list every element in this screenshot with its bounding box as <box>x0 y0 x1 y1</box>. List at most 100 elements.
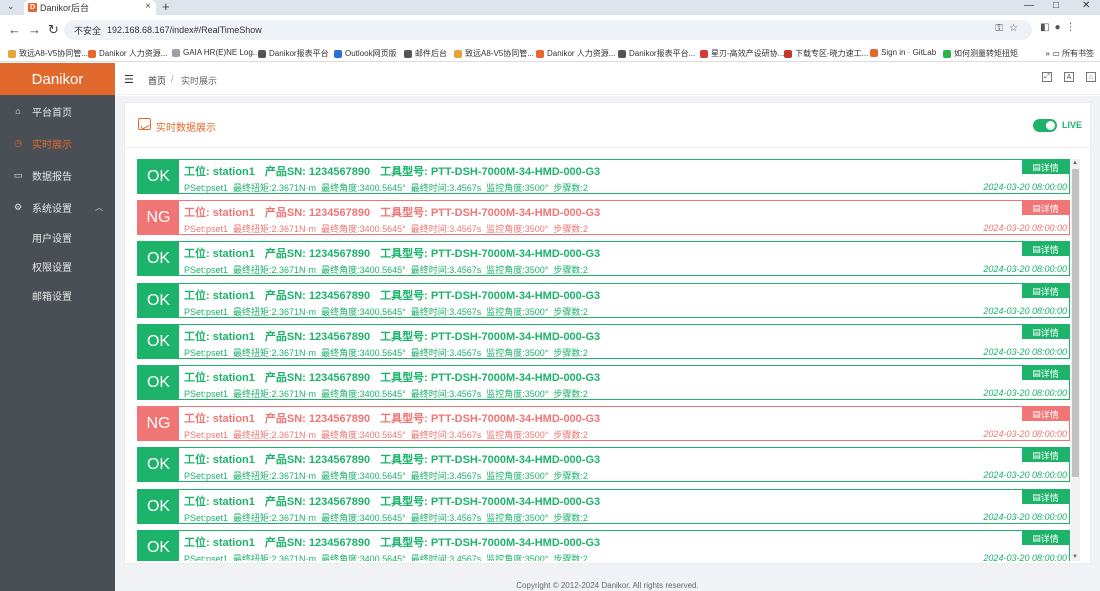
chevron-up-icon: ︿ <box>95 202 103 212</box>
record-row: OK 工位: station1 产品SN: 1234567890 工具型号: PTT-… <box>137 283 1070 318</box>
record-title: 工位: station1 产品SN: 1234567890 工具型号: PTT-DS… <box>184 410 600 426</box>
bookmark-item[interactable]: Danikor报表平台... <box>618 48 695 59</box>
detail-label: 详情 <box>1040 492 1059 503</box>
footer-copyright: Copyright © 2012-2024 Danikor. All right… <box>516 581 699 590</box>
language-icon[interactable]: A <box>1064 72 1074 82</box>
record-timestamp: 2024-03-20 08:00:00 <box>983 223 1067 233</box>
record-title: 工位: station1 产品SN: 1234567890 工具型号: PTT-DS… <box>184 245 600 261</box>
reload-icon[interactable]: ↻ <box>48 22 59 38</box>
detail-button[interactable]: ▤ 详情 <box>1022 284 1069 298</box>
detail-label: 详情 <box>1040 203 1059 214</box>
document-icon: ▤ <box>1032 491 1041 502</box>
monitor-icon: ▭ <box>13 169 23 180</box>
bookmark-item[interactable]: 邮件后台 <box>404 48 447 59</box>
station-label: 工位: station1 <box>184 207 255 219</box>
station-label: 工位: station1 <box>184 372 255 384</box>
bookmark-item[interactable]: 下载专区-晓力速工... <box>784 48 868 59</box>
tool-label: 工具型号: PTT-DSH-7000M-34-HMD-000-G3 <box>380 290 601 302</box>
sidebar-item-realtime[interactable]: ◷ 实时展示 <box>0 127 115 159</box>
steps-value: 步骤数:2 <box>553 224 588 234</box>
browser-tab[interactable]: D Danikor后台 × <box>24 0 156 15</box>
bookmark-item[interactable]: GAIA HR(E)NE Log... <box>172 48 259 57</box>
detail-button[interactable]: ▤ 详情 <box>1022 407 1069 421</box>
minimize-icon[interactable]: — <box>1024 0 1034 11</box>
tool-label: 工具型号: PTT-DSH-7000M-34-HMD-000-G3 <box>380 166 601 178</box>
fullscreen-icon[interactable]: ⤢ <box>1042 72 1052 82</box>
scrollbar-thumb[interactable] <box>1072 169 1079 477</box>
pset-value: PSet:pset1 <box>184 224 229 234</box>
bookmark-item[interactable]: 致远A8-V5协同管... <box>454 48 534 59</box>
pset-value: PSet:pset1 <box>184 265 229 275</box>
record-title: 工位: station1 产品SN: 1234567890 工具型号: PTT-DS… <box>184 369 600 385</box>
bookmark-icon <box>536 49 544 58</box>
record-timestamp: 2024-03-20 08:00:00 <box>983 306 1067 316</box>
sidebar-item-label: 系统设置 <box>32 203 72 215</box>
monitor-angle-value: 监控角度:3500° <box>486 513 549 523</box>
sidebar-item-home[interactable]: ⌂ 平台首页 <box>0 95 115 127</box>
all-bookmarks-button[interactable]: » ▭ 所有书签 <box>1046 48 1094 59</box>
extensions-icon[interactable]: ◧●⋮ <box>1040 22 1081 33</box>
record-title: 工位: station1 产品SN: 1234567890 工具型号: PTT-DS… <box>184 163 600 179</box>
detail-button[interactable]: ▤ 详情 <box>1022 490 1069 504</box>
bookmark-item[interactable]: Sign in · GitLab <box>870 48 936 57</box>
sidebar-item-settings[interactable]: ⚙ 系统设置 ︿ <box>0 191 115 223</box>
bookmark-item[interactable]: Danikor 人力资源... <box>536 48 615 59</box>
record-row: OK 工位: station1 产品SN: 1234567890 工具型号: PTT-… <box>137 241 1070 276</box>
live-toggle[interactable] <box>1033 119 1057 132</box>
back-icon[interactable]: ← <box>8 22 21 37</box>
detail-button[interactable]: ▤ 详情 <box>1022 242 1069 256</box>
record-timestamp: 2024-03-20 08:00:00 <box>983 264 1067 274</box>
new-tab-icon[interactable]: + <box>162 0 170 14</box>
detail-button[interactable]: ▤ 详情 <box>1022 448 1069 462</box>
angle-value: 最终角度:3400.5645° <box>321 430 406 440</box>
scroll-up-icon[interactable]: ▲ <box>1072 160 1078 166</box>
sn-label: 产品SN: 1234567890 <box>264 248 371 260</box>
monitor-angle-value: 监控角度:3500° <box>486 183 549 193</box>
sidebar-item-mail-settings[interactable]: 邮箱设置 <box>0 281 115 310</box>
time-value: 最终时间:3.4567s <box>410 224 482 234</box>
sidebar-item-label: 平台首页 <box>32 107 72 119</box>
document-icon: ▤ <box>1032 532 1041 543</box>
detail-button[interactable]: ▤ 详情 <box>1022 201 1069 215</box>
bookmark-icon <box>943 49 951 58</box>
brand-logo[interactable]: Danikor <box>0 63 115 95</box>
bookmark-item[interactable]: Danikor 人力资源... <box>88 48 167 59</box>
bookmark-item[interactable]: 如何测量转矩扭矩 <box>943 48 1018 59</box>
forward-icon[interactable]: → <box>28 22 41 37</box>
record-timestamp: 2024-03-20 08:00:00 <box>983 388 1067 398</box>
bookmark-item[interactable]: Danikor报表平台 <box>258 48 329 59</box>
records-list[interactable]: OK 工位: station1 产品SN: 1234567890 工具型号: PTT-… <box>137 159 1070 561</box>
bookmark-item[interactable]: Outlook网页版 <box>334 48 397 59</box>
top-navbar: ☰ 首页 / 实时展示 ⤢ A ⌂ <box>115 63 1100 95</box>
scrollbar[interactable]: ▲ ▼ <box>1071 159 1080 561</box>
menu-toggle-icon[interactable]: ☰ <box>124 73 134 86</box>
window-close-icon[interactable]: ✕ <box>1082 0 1090 11</box>
sidebar-item-permission-settings[interactable]: 权限设置 <box>0 252 115 281</box>
tab-close-icon[interactable]: × <box>145 1 151 12</box>
monitor-angle-value: 监控角度:3500° <box>486 265 549 275</box>
tab-search-icon[interactable]: ⌄ <box>7 1 15 12</box>
detail-button[interactable]: ▤ 详情 <box>1022 366 1069 380</box>
maximize-icon[interactable]: □ <box>1053 0 1059 11</box>
sidebar-item-reports[interactable]: ▭ 数据报告 <box>0 159 115 191</box>
bookmark-item[interactable]: 星刃-高效产设研协... <box>700 48 784 59</box>
sn-label: 产品SN: 1234567890 <box>264 454 371 466</box>
breadcrumb-home[interactable]: 首页 <box>148 74 166 87</box>
bookmark-item[interactable]: 致远A8-V5协同管... <box>8 48 88 59</box>
tool-label: 工具型号: PTT-DSH-7000M-34-HMD-000-G3 <box>380 454 601 466</box>
detail-button[interactable]: ▤ 详情 <box>1022 531 1069 545</box>
sidebar-item-user-settings[interactable]: 用户设置 <box>0 223 115 252</box>
pset-value: PSet:pset1 <box>184 430 229 440</box>
detail-button[interactable]: ▤ 详情 <box>1022 325 1069 339</box>
document-icon: ▤ <box>1032 285 1041 296</box>
key-icon[interactable]: ⚿☆ <box>995 23 1024 34</box>
record-timestamp: 2024-03-20 08:00:00 <box>983 347 1067 357</box>
detail-button[interactable]: ▤ 详情 <box>1022 160 1069 174</box>
user-icon[interactable]: ⌂ <box>1086 72 1096 82</box>
status-badge: OK <box>138 366 179 399</box>
not-secure-label[interactable]: 不安全 <box>74 24 101 37</box>
scroll-down-icon[interactable]: ▼ <box>1072 554 1078 560</box>
url-field[interactable]: 不安全 192.168.68.167/index#/RealTimeShow ⚿… <box>64 20 1032 40</box>
pset-value: PSet:pset1 <box>184 307 229 317</box>
station-label: 工位: station1 <box>184 454 255 466</box>
